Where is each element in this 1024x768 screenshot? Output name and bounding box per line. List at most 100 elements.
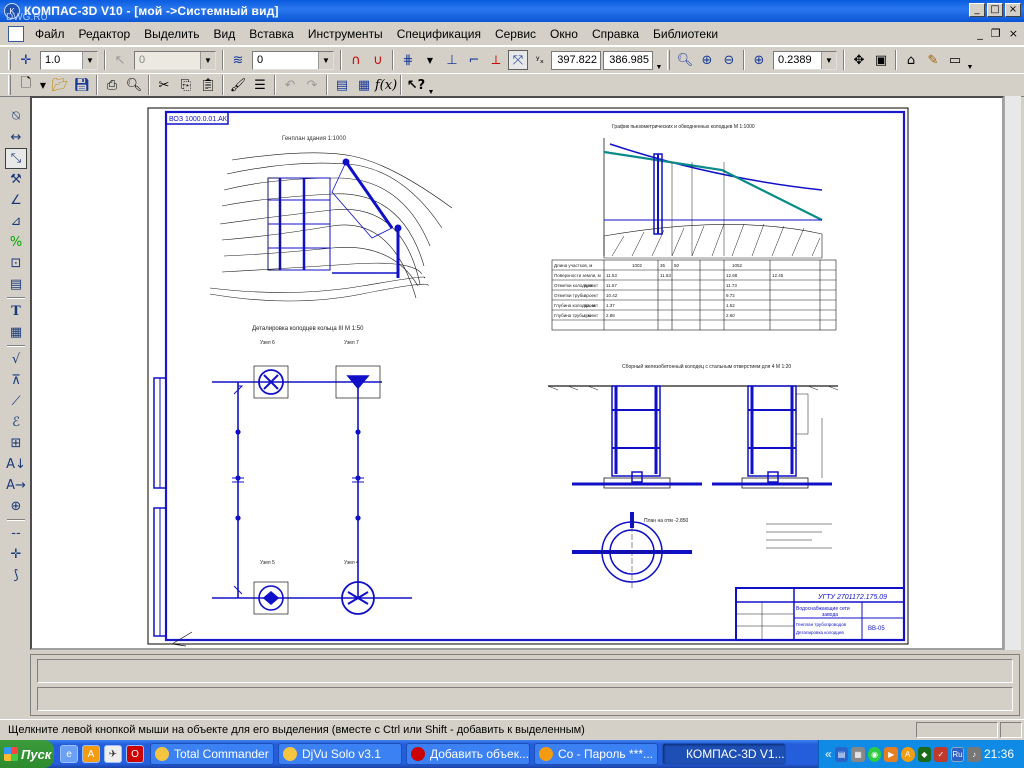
- center-mark-icon[interactable]: ✛: [5, 544, 27, 565]
- minimize-button[interactable]: _: [969, 3, 985, 17]
- position-leader-icon[interactable]: ℰ: [5, 412, 27, 433]
- toolbar-grip[interactable]: [8, 50, 11, 70]
- designations-icon[interactable]: ⤡: [5, 148, 27, 169]
- measure-icon[interactable]: ⊿: [5, 211, 27, 232]
- toolbar-overflow-icon[interactable]: ▼: [655, 49, 663, 71]
- roughness-icon[interactable]: √: [5, 349, 27, 370]
- chevron-down-icon[interactable]: ▼: [318, 51, 333, 69]
- tray-expand-icon[interactable]: «: [825, 747, 832, 761]
- language-indicator[interactable]: Ru: [950, 746, 965, 762]
- new-dropdown-icon[interactable]: ▼: [38, 75, 48, 95]
- toolbar-overflow-icon[interactable]: ▼: [427, 74, 435, 96]
- print-icon[interactable]: ⎙: [102, 75, 122, 95]
- tray-player-icon[interactable]: ▶: [884, 746, 898, 762]
- menu-view[interactable]: Вид: [207, 27, 243, 41]
- tray-network-icon[interactable]: ▦: [851, 746, 865, 762]
- redo-icon[interactable]: ↷: [302, 75, 322, 95]
- refresh-icon[interactable]: ⌂: [901, 50, 921, 70]
- layer-combo[interactable]: 0 ▼: [252, 50, 334, 70]
- cut-icon[interactable]: ✂: [154, 75, 174, 95]
- ortho-icon[interactable]: ⌐: [464, 50, 484, 70]
- local-cs-icon[interactable]: ⊥: [442, 50, 462, 70]
- x-coordinate-field[interactable]: 397.822: [551, 50, 601, 70]
- task-djvu[interactable]: DjVu Solo v3.1: [278, 743, 402, 765]
- chevron-down-icon[interactable]: ▼: [82, 51, 97, 69]
- edit-icon[interactable]: ⚒: [5, 169, 27, 190]
- paste-icon[interactable]: 📋︎: [198, 75, 218, 95]
- vertical-scrollbar[interactable]: [1004, 96, 1021, 650]
- menu-insert[interactable]: Вставка: [242, 27, 301, 41]
- wave-line-icon[interactable]: ⟆: [5, 565, 27, 586]
- view-arrow-icon[interactable]: A→: [5, 475, 27, 496]
- tray-avast-icon[interactable]: A: [900, 746, 915, 762]
- property-field-1[interactable]: [37, 659, 1013, 683]
- close-button[interactable]: ×: [1005, 3, 1021, 17]
- format-brush-icon[interactable]: 🖌︎: [228, 75, 248, 95]
- layer-icon[interactable]: ≋: [228, 50, 248, 70]
- manager-icon[interactable]: ▤: [332, 75, 352, 95]
- spec-icon[interactable]: ▤: [5, 274, 27, 295]
- properties-icon[interactable]: ✎: [923, 50, 943, 70]
- snap-point-icon[interactable]: ✛: [16, 50, 36, 70]
- magnet-snap-icon[interactable]: ∩: [346, 50, 366, 70]
- base-mark-icon[interactable]: ⊼: [5, 370, 27, 391]
- property-field-2[interactable]: [37, 687, 1013, 711]
- runner-icon[interactable]: ✈: [104, 745, 122, 763]
- help-pointer-icon[interactable]: ↖?: [406, 75, 426, 95]
- avast-icon[interactable]: A: [82, 745, 100, 763]
- new-document-icon[interactable]: 🗋︎: [16, 75, 36, 95]
- centerline-icon[interactable]: --: [5, 523, 27, 544]
- parametric-icon[interactable]: ⤧: [508, 50, 528, 70]
- text-icon[interactable]: T: [5, 301, 27, 322]
- tray-app-icon[interactable]: ▤: [834, 746, 849, 762]
- tolerance-icon[interactable]: ⊞: [5, 433, 27, 454]
- dimensions-icon[interactable]: ↔: [5, 127, 27, 148]
- fit-all-icon[interactable]: ▣: [871, 50, 891, 70]
- menu-help[interactable]: Справка: [585, 27, 646, 41]
- tray-security-icon[interactable]: ✓: [934, 746, 948, 762]
- parametrization-icon[interactable]: ∠: [5, 190, 27, 211]
- table-icon[interactable]: ▦: [5, 322, 27, 343]
- chevron-down-icon[interactable]: ▼: [821, 51, 836, 69]
- tray-volume-icon[interactable]: ♪: [967, 746, 981, 762]
- pan-icon[interactable]: ✥: [849, 50, 869, 70]
- menu-service[interactable]: Сервис: [488, 27, 543, 41]
- doc-restore-icon[interactable]: ❐: [991, 27, 1001, 40]
- task-kompas[interactable]: КОМПАС-3D V1...: [662, 743, 786, 765]
- zoom-in-icon[interactable]: ⊕: [697, 50, 717, 70]
- zoom-combo[interactable]: 0.2389 ▼: [773, 50, 837, 70]
- associative-views-icon[interactable]: ⊡: [5, 253, 27, 274]
- start-button[interactable]: Пуск: [0, 740, 54, 768]
- ie-icon[interactable]: e: [60, 745, 78, 763]
- select-icon[interactable]: %: [5, 232, 27, 253]
- step-combo[interactable]: 1.0 ▼: [40, 50, 98, 70]
- y-coordinate-field[interactable]: 386.985: [603, 50, 653, 70]
- zoom-window-icon[interactable]: ⊕: [749, 50, 769, 70]
- menu-editor[interactable]: Редактор: [72, 27, 138, 41]
- zoom-icon[interactable]: 🔍︎: [675, 50, 695, 70]
- task-add-object[interactable]: Добавить объек...: [406, 743, 530, 765]
- variables-icon[interactable]: f(x): [375, 75, 397, 95]
- open-folder-icon[interactable]: 📂︎: [50, 75, 70, 95]
- tray-green-icon[interactable]: ◉: [867, 746, 882, 762]
- grid-icon[interactable]: ⋕: [398, 50, 418, 70]
- undo-icon[interactable]: ↶: [280, 75, 300, 95]
- layers-manager-icon[interactable]: ▭: [945, 50, 965, 70]
- doc-minimize-icon[interactable]: _: [977, 27, 983, 40]
- menu-tools[interactable]: Инструменты: [301, 27, 390, 41]
- menu-specification[interactable]: Спецификация: [390, 27, 488, 41]
- menu-window[interactable]: Окно: [543, 27, 585, 41]
- list-icon[interactable]: ☰: [250, 75, 270, 95]
- cut-line-icon[interactable]: A↓: [5, 454, 27, 475]
- maximize-button[interactable]: □: [987, 3, 1003, 17]
- menu-libraries[interactable]: Библиотеки: [646, 27, 725, 41]
- grid-dropdown-icon[interactable]: ▼: [420, 50, 440, 70]
- geometry-icon[interactable]: ⍉: [5, 106, 27, 127]
- title-bar[interactable]: K КОМПАС-3D V10 - [мой ->Системный вид] …: [0, 0, 1024, 22]
- task-total-commander[interactable]: Total Commander ...: [150, 743, 274, 765]
- axis-icon[interactable]: ⊕: [5, 496, 27, 517]
- copy-icon[interactable]: ⎘: [176, 75, 196, 95]
- save-icon[interactable]: 💾︎: [72, 75, 92, 95]
- clock[interactable]: 21:36: [984, 747, 1014, 761]
- library-manager-icon[interactable]: ▦: [354, 75, 374, 95]
